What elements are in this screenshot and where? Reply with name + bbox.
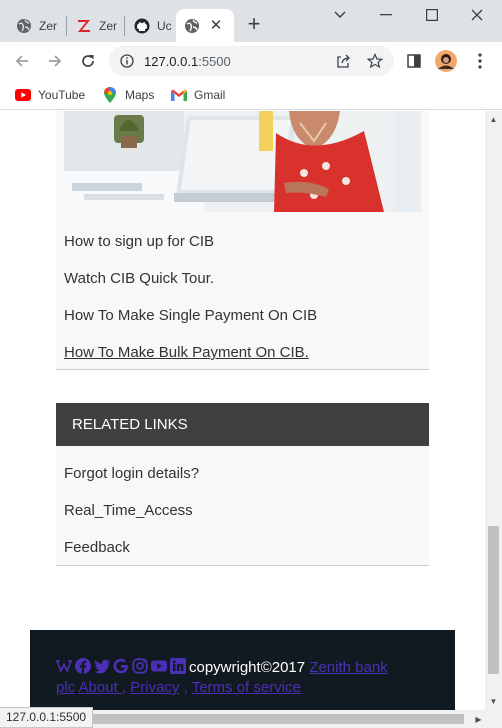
- bookmark-label: YouTube: [38, 88, 86, 102]
- vertical-scrollbar[interactable]: ▲ ▼: [485, 111, 502, 710]
- window-close-icon[interactable]: [466, 4, 488, 26]
- site-footer: copywright©2017 Zenith bank plc About , …: [30, 630, 455, 710]
- gmail-icon: [171, 87, 187, 103]
- twitter-icon[interactable]: [94, 658, 110, 674]
- footer-separator: ,: [179, 679, 188, 696]
- footer-link-privacy[interactable]: Privacy: [130, 679, 179, 696]
- footer-separator: ,: [121, 679, 127, 696]
- footer-line-2: plc About , Privacy , Terms of service: [56, 679, 301, 696]
- share-icon[interactable]: [334, 52, 352, 70]
- youtube-icon[interactable]: [151, 658, 167, 674]
- bookmark-youtube[interactable]: YouTube: [15, 85, 85, 105]
- address-bar[interactable]: 127.0.0.1:5500: [109, 46, 394, 76]
- browser-tab-4-active[interactable]: ✕: [176, 9, 234, 42]
- url-host: 127.0.0.1: [144, 54, 199, 69]
- page-viewport: How to sign up for CIB Watch CIB Quick T…: [0, 111, 485, 710]
- footer-link-about[interactable]: About: [79, 679, 118, 696]
- related-link-feedback[interactable]: Feedback: [64, 539, 130, 556]
- new-tab-button[interactable]: +: [243, 13, 265, 36]
- bookmark-maps[interactable]: Maps: [102, 85, 154, 105]
- tab-divider: [66, 16, 67, 36]
- tab-search-chevron-icon[interactable]: [329, 4, 351, 26]
- tab-divider: [124, 16, 125, 36]
- browser-tab-title: Uc: [157, 18, 172, 33]
- footer-line-1: copywright©2017 Zenith bank: [56, 658, 388, 676]
- cib-link-quick-tour[interactable]: Watch CIB Quick Tour.: [64, 270, 214, 287]
- related-link-real-time-access[interactable]: Real_Time_Access: [64, 502, 193, 519]
- footer-link-terms[interactable]: Terms of service: [192, 679, 301, 696]
- minimize-icon[interactable]: [375, 4, 397, 26]
- maximize-icon[interactable]: [421, 4, 443, 26]
- status-bubble-url: 127.0.0.1:5500: [0, 707, 94, 728]
- browser-tab-title: Zer: [39, 18, 57, 33]
- google-icon[interactable]: [113, 658, 129, 674]
- bookmark-gmail[interactable]: Gmail: [171, 85, 225, 105]
- close-tab-icon[interactable]: ✕: [208, 18, 224, 34]
- github-icon: [134, 18, 150, 34]
- url-port: :5500: [198, 54, 231, 69]
- related-link-forgot-login[interactable]: Forgot login details?: [64, 465, 199, 482]
- side-panel-icon[interactable]: [402, 49, 426, 73]
- scroll-down-icon[interactable]: ▼: [489, 697, 498, 706]
- maps-pin-icon: [102, 87, 118, 103]
- browser-tab-3[interactable]: Uc: [126, 9, 174, 42]
- bookmark-label: Gmail: [194, 88, 226, 102]
- browser-tab-title: Zer: [99, 18, 117, 33]
- scroll-right-icon[interactable]: ▶: [474, 715, 483, 724]
- related-links-heading: RELATED LINKS: [56, 403, 429, 446]
- globe-icon: [16, 18, 32, 34]
- browser-tab-2[interactable]: Zer: [68, 9, 122, 42]
- back-arrow-icon[interactable]: [10, 49, 34, 73]
- cib-link-bulk-payment[interactable]: How To Make Bulk Payment On CIB.: [64, 344, 309, 361]
- forward-arrow-icon[interactable]: [43, 49, 67, 73]
- footer-copyright: copywright©2017: [189, 659, 306, 676]
- scroll-up-icon[interactable]: ▲: [489, 115, 498, 124]
- facebook-icon[interactable]: [75, 658, 91, 674]
- youtube-icon: [15, 87, 31, 103]
- zenith-z-icon: [76, 18, 92, 34]
- instagram-icon[interactable]: [132, 658, 148, 674]
- scrollbar-thumb[interactable]: [488, 526, 499, 674]
- linkedin-icon[interactable]: [170, 658, 186, 674]
- wikipedia-icon[interactable]: [56, 658, 72, 674]
- cib-link-single-payment[interactable]: How To Make Single Payment On CIB: [64, 307, 317, 324]
- browser-tab-1[interactable]: Zer: [8, 9, 64, 42]
- footer-link-plc[interactable]: plc: [56, 679, 75, 696]
- globe-icon: [184, 18, 200, 34]
- tab-strip: Zer Zer Uc ✕ +: [0, 0, 502, 42]
- cib-link-signup[interactable]: How to sign up for CIB: [64, 233, 214, 250]
- site-info-icon[interactable]: [118, 52, 136, 70]
- reload-icon[interactable]: [76, 49, 100, 73]
- address-url: 127.0.0.1:5500: [144, 54, 231, 69]
- bookmarks-bar: YouTube Maps Gmail: [0, 80, 502, 110]
- footer-link-zenith-bank[interactable]: Zenith bank: [309, 659, 387, 676]
- browser-toolbar: 127.0.0.1:5500: [0, 42, 502, 80]
- related-links-panel: RELATED LINKS Forgot login details? Real…: [56, 403, 429, 566]
- cib-links-panel: How to sign up for CIB Watch CIB Quick T…: [56, 111, 429, 370]
- cib-hero-image: [64, 111, 421, 212]
- bookmark-label: Maps: [125, 88, 155, 102]
- profile-avatar[interactable]: [434, 49, 458, 73]
- browser-menu-icon[interactable]: [468, 49, 492, 73]
- bookmark-star-icon[interactable]: [366, 52, 384, 70]
